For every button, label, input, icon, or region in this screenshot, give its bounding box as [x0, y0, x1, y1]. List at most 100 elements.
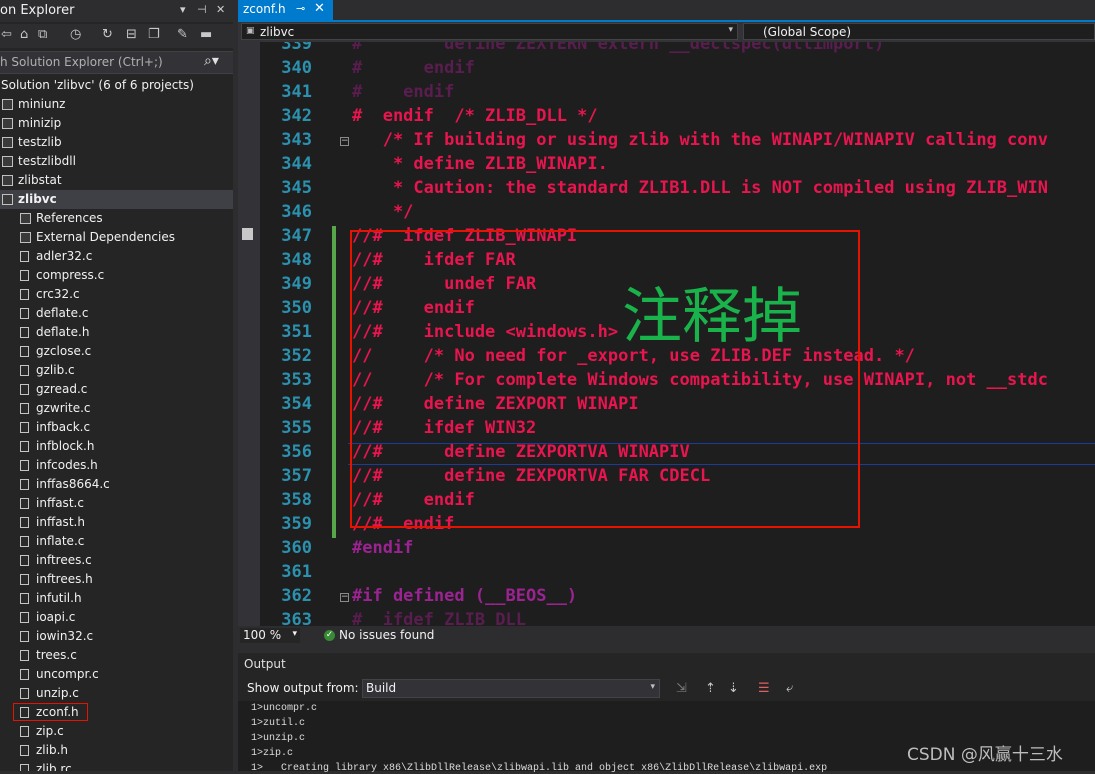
refresh-icon[interactable]: ↻	[102, 27, 113, 42]
file-item[interactable]: crc32.c	[0, 285, 233, 304]
file-item[interactable]: inflate.c	[0, 532, 233, 551]
pin-icon[interactable]: ⊸	[296, 2, 305, 15]
file-item[interactable]: deflate.c	[0, 304, 233, 323]
collapse-icon[interactable]: −	[340, 593, 349, 602]
clear-all-icon[interactable]: ☰	[758, 681, 770, 696]
collapse-all-icon[interactable]: ⊟	[126, 27, 137, 42]
file-item[interactable]: inftrees.c	[0, 551, 233, 570]
code-line[interactable]: # ifdef ZLIB_DLL	[352, 610, 526, 626]
file-item[interactable]: inffas8664.c	[0, 475, 233, 494]
next-message-icon[interactable]: ⇣	[728, 681, 739, 696]
file-item[interactable]: inffast.h	[0, 513, 233, 532]
home-icon[interactable]: ⌂	[20, 27, 28, 42]
code-line[interactable]: */	[352, 202, 413, 222]
collapse-icon[interactable]: −	[340, 137, 349, 146]
tree-item-label: gzwrite.c	[36, 401, 91, 415]
document-tabbar	[238, 0, 1095, 22]
code-line[interactable]: /* If building or using zlib with the WI…	[352, 130, 1048, 150]
file-item[interactable]: gzlib.c	[0, 361, 233, 380]
close-icon[interactable]: ✕	[216, 3, 225, 16]
tab-zconf[interactable]: zconf.h ⊸ ✕	[238, 0, 333, 20]
scope-dropdown[interactable]: (Global Scope)	[743, 23, 1095, 40]
file-item[interactable]: trees.c	[0, 646, 233, 665]
file-item[interactable]: uncompr.c	[0, 665, 233, 684]
line-number: 350	[281, 298, 312, 318]
close-icon[interactable]: ✕	[314, 1, 325, 16]
file-icon	[20, 764, 29, 771]
file-icon	[20, 270, 29, 281]
back-icon[interactable]: ⇦	[1, 27, 12, 42]
file-item[interactable]: gzclose.c	[0, 342, 233, 361]
solution-root[interactable]: Solution 'zlibvc' (6 of 6 projects)	[0, 76, 233, 95]
tree-item-references[interactable]: References	[0, 209, 233, 228]
project-icon	[2, 194, 13, 205]
copy-icon[interactable]: ❐	[148, 27, 160, 42]
file-item[interactable]: inffast.c	[0, 494, 233, 513]
code-line[interactable]: * define ZLIB_WINAPI.	[352, 154, 608, 174]
tab-label[interactable]: zconf.h	[243, 2, 286, 16]
line-number: 351	[281, 322, 312, 342]
code-line[interactable]: * Caution: the standard ZLIB1.DLL is NOT…	[352, 178, 1048, 198]
code-line[interactable]: # endif /* ZLIB_DLL */	[352, 106, 598, 126]
pin-icon[interactable]: ⊣	[197, 3, 207, 16]
file-icon	[20, 422, 29, 433]
file-item[interactable]: iowin32.c	[0, 627, 233, 646]
project-testzlib[interactable]: testzlib	[0, 133, 233, 152]
code-line[interactable]: #endif	[352, 538, 413, 558]
file-icon	[20, 688, 29, 699]
code-line[interactable]: # endif	[352, 82, 454, 102]
tree-item-label: ioapi.c	[36, 610, 76, 624]
chevron-down-icon: ▾	[292, 629, 297, 639]
file-item[interactable]: gzread.c	[0, 380, 233, 399]
tree-item-label: infblock.h	[36, 439, 95, 453]
project-zlibvc[interactable]: zlibvc	[0, 190, 233, 209]
file-item[interactable]: zip.c	[0, 722, 233, 741]
file-item[interactable]: zlib.h	[0, 741, 233, 760]
project-minizip[interactable]: minizip	[0, 114, 233, 133]
file-item[interactable]: gzwrite.c	[0, 399, 233, 418]
file-item[interactable]: infutil.h	[0, 589, 233, 608]
file-item[interactable]: deflate.h	[0, 323, 233, 342]
search-icon[interactable]: ⌕▾	[204, 53, 219, 69]
file-item[interactable]: infcodes.h	[0, 456, 233, 475]
search-input[interactable]: h Solution Explorer (Ctrl+;)	[0, 55, 163, 69]
tree-item-external-dependencies[interactable]: External Dependencies	[0, 228, 233, 247]
output-source-dropdown[interactable]: Build ▾	[362, 679, 660, 698]
tree-item-label: compress.c	[36, 268, 105, 282]
code-line[interactable]: # endif	[352, 58, 475, 78]
file-item[interactable]: ioapi.c	[0, 608, 233, 627]
file-item[interactable]: compress.c	[0, 266, 233, 285]
project-testzlibdll[interactable]: testzlibdll	[0, 152, 233, 171]
code-line[interactable]: #if defined (__BEOS__)	[352, 586, 577, 606]
tree-item-label: inffas8664.c	[36, 477, 110, 491]
line-number: 355	[281, 418, 312, 438]
solution-search[interactable]: h Solution Explorer (Ctrl+;) ⌕▾	[0, 51, 233, 74]
switch-views-icon[interactable]: ⧉	[38, 27, 47, 42]
properties-icon[interactable]: ✎	[177, 27, 188, 42]
line-number: 352	[281, 346, 312, 366]
file-item[interactable]: infblock.h	[0, 437, 233, 456]
go-to-line-icon[interactable]: ⇲	[676, 681, 687, 696]
dropdown-icon[interactable]: ▾	[180, 3, 186, 16]
zoom-dropdown[interactable]: 100 % ▾	[240, 628, 300, 643]
project-zlibstat[interactable]: zlibstat	[0, 171, 233, 190]
tree-item-label: zlib.h	[36, 743, 69, 757]
code-line[interactable]: # define ZEXTERN extern __declspec(dllim…	[352, 42, 884, 54]
line-number: 344	[281, 154, 312, 174]
file-item[interactable]: unzip.c	[0, 684, 233, 703]
tree-item-label: iowin32.c	[36, 629, 94, 643]
file-item[interactable]: infback.c	[0, 418, 233, 437]
preview-icon[interactable]: ▬	[200, 27, 212, 42]
file-item[interactable]: adler32.c	[0, 247, 233, 266]
chevron-down-icon: ▾	[650, 682, 655, 692]
project-miniunz[interactable]: miniunz	[0, 95, 233, 114]
issues-indicator[interactable]: ✓ No issues found	[324, 628, 434, 642]
file-item[interactable]: inftrees.h	[0, 570, 233, 589]
file-item[interactable]: zlib.rc	[0, 760, 233, 771]
project-dropdown[interactable]: ▣ zlibvc ▾	[241, 23, 738, 40]
output-line: 1> Creating library x86\ZlibDllRelease\z…	[251, 763, 828, 774]
word-wrap-icon[interactable]: ⤶	[786, 681, 793, 696]
history-icon[interactable]: ◷	[70, 27, 81, 42]
previous-message-icon[interactable]: ⇡	[705, 681, 716, 696]
line-number: 359	[281, 514, 312, 534]
